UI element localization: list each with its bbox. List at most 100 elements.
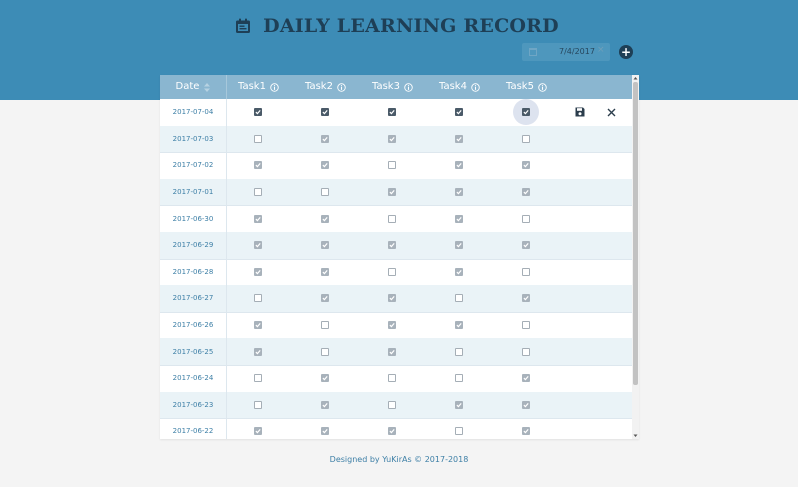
task-checkbox[interactable] (321, 267, 329, 276)
task-checkbox[interactable] (522, 161, 530, 170)
task-checkbox[interactable] (388, 427, 396, 436)
task-checkbox[interactable] (321, 321, 329, 330)
task-checkbox[interactable] (321, 161, 329, 170)
task-checkbox[interactable] (388, 241, 396, 250)
task-checkbox[interactable] (321, 400, 329, 409)
task-checkbox[interactable] (254, 134, 262, 143)
task-checkbox[interactable] (455, 321, 463, 330)
task-checkbox[interactable] (455, 400, 463, 409)
task-column-header[interactable]: Task1 (238, 75, 279, 99)
task-checkbox[interactable] (321, 134, 329, 143)
date-cell[interactable]: 2017-06-29 (160, 232, 227, 259)
task-checkbox[interactable] (522, 134, 530, 143)
task-checkbox[interactable] (455, 267, 463, 276)
task-checkbox[interactable] (388, 400, 396, 409)
info-icon[interactable] (538, 82, 547, 92)
task-checkbox[interactable] (388, 108, 396, 117)
date-cell[interactable]: 2017-06-24 (160, 365, 227, 392)
task-checkbox[interactable] (388, 214, 396, 223)
info-icon[interactable] (471, 82, 480, 92)
date-picker[interactable]: 7/4/2017 × (522, 43, 610, 61)
task-checkbox[interactable] (455, 294, 463, 303)
date-cell[interactable]: 2017-07-04 (160, 99, 227, 126)
task-checkbox[interactable] (388, 161, 396, 170)
task-checkbox[interactable] (321, 347, 329, 356)
add-record-button[interactable]: + (619, 45, 633, 59)
task-checkbox[interactable] (455, 427, 463, 436)
task-checkbox[interactable] (321, 427, 329, 436)
task-checkbox[interactable] (522, 108, 530, 117)
task-checkbox[interactable] (254, 294, 262, 303)
task-checkbox[interactable] (455, 134, 463, 143)
task-checkbox[interactable] (522, 400, 530, 409)
task-checkbox[interactable] (455, 347, 463, 356)
date-cell[interactable]: 2017-06-26 (160, 311, 227, 339)
task-checkbox[interactable] (522, 188, 530, 197)
task-checkbox[interactable] (388, 294, 396, 303)
date-cell[interactable]: 2017-07-03 (160, 125, 227, 153)
task-checkbox[interactable] (254, 374, 262, 383)
task-checkbox[interactable] (455, 214, 463, 223)
task-column-header[interactable]: Task3 (372, 75, 413, 99)
task-checkbox[interactable] (522, 214, 530, 223)
task-checkbox[interactable] (321, 108, 329, 117)
date-cell[interactable]: 2017-06-28 (160, 258, 227, 286)
scrollbar-thumb[interactable] (633, 82, 638, 385)
clear-icon[interactable]: × (597, 45, 605, 55)
task-checkbox[interactable] (254, 321, 262, 330)
task-checkbox[interactable] (254, 347, 262, 356)
task-column-header[interactable]: Task4 (439, 75, 480, 99)
task-checkbox[interactable] (254, 400, 262, 409)
task-checkbox[interactable] (455, 374, 463, 383)
date-cell[interactable]: 2017-06-22 (160, 418, 227, 439)
task-checkbox[interactable] (321, 214, 329, 223)
task-checkbox[interactable] (254, 267, 262, 276)
date-cell[interactable]: 2017-06-27 (160, 285, 227, 312)
task-checkbox[interactable] (522, 294, 530, 303)
date-cell[interactable]: 2017-07-02 (160, 152, 227, 179)
date-column-header[interactable]: Date (160, 75, 227, 99)
sort-icon[interactable] (204, 82, 211, 92)
task-checkbox[interactable] (254, 108, 262, 117)
task-checkbox[interactable] (522, 347, 530, 356)
task-checkbox[interactable] (522, 374, 530, 383)
info-icon[interactable] (404, 82, 413, 92)
task-checkbox[interactable] (455, 241, 463, 250)
vertical-scrollbar[interactable] (632, 75, 639, 439)
task-checkbox[interactable] (254, 161, 262, 170)
task-checkbox[interactable] (254, 427, 262, 436)
task-checkbox[interactable] (388, 188, 396, 197)
task-checkbox[interactable] (455, 108, 463, 117)
close-icon[interactable] (607, 108, 616, 117)
date-picker-value[interactable]: 7/4/2017 (559, 47, 595, 56)
task-checkbox[interactable] (522, 267, 530, 276)
task-checkbox[interactable] (321, 374, 329, 383)
task-column-header[interactable]: Task5 (506, 75, 547, 99)
task-checkbox[interactable] (522, 427, 530, 436)
task-column-header[interactable]: Task2 (305, 75, 346, 99)
task-checkbox[interactable] (455, 188, 463, 197)
task-checkbox[interactable] (388, 321, 396, 330)
task-checkbox[interactable] (321, 188, 329, 197)
task-checkbox[interactable] (522, 241, 530, 250)
task-checkbox[interactable] (254, 241, 262, 250)
scroll-down-icon[interactable] (632, 433, 639, 439)
info-icon[interactable] (270, 82, 279, 92)
task-checkbox[interactable] (388, 374, 396, 383)
task-checkbox[interactable] (254, 214, 262, 223)
date-cell[interactable]: 2017-06-25 (160, 338, 227, 365)
date-cell[interactable]: 2017-07-01 (160, 178, 227, 206)
task-checkbox[interactable] (321, 241, 329, 250)
date-cell[interactable]: 2017-06-23 (160, 391, 227, 419)
save-icon[interactable] (575, 107, 585, 117)
date-cell[interactable]: 2017-06-30 (160, 205, 227, 232)
task-checkbox[interactable] (522, 321, 530, 330)
scroll-up-icon[interactable] (632, 75, 639, 81)
info-icon[interactable] (337, 82, 346, 92)
task-checkbox[interactable] (388, 134, 396, 143)
task-checkbox[interactable] (254, 188, 262, 197)
task-checkbox[interactable] (455, 161, 463, 170)
task-checkbox[interactable] (388, 347, 396, 356)
task-checkbox[interactable] (388, 267, 396, 276)
task-checkbox[interactable] (321, 294, 329, 303)
